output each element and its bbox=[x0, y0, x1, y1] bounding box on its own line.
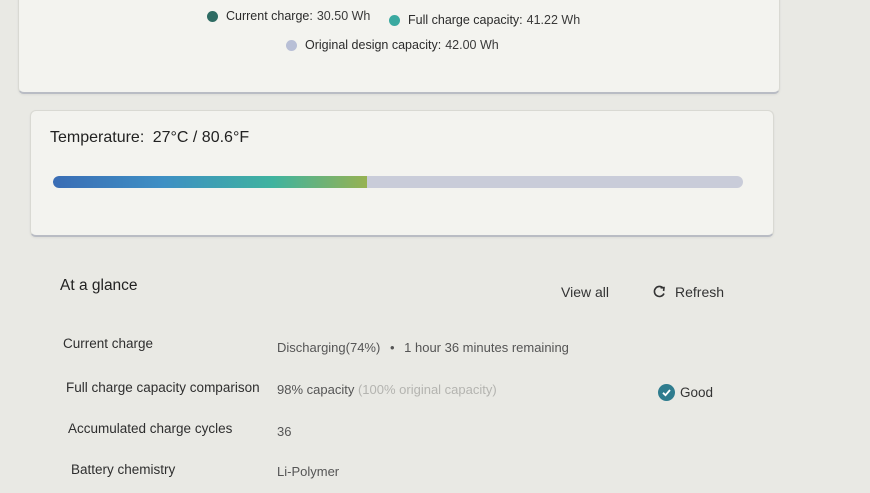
legend-value: 41.22 Wh bbox=[526, 13, 581, 27]
legend-design-capacity: Original design capacity: 42.00 Wh bbox=[286, 38, 499, 52]
row-label-charge-cycles: Accumulated charge cycles bbox=[68, 421, 233, 436]
capacity-percent: 98% capacity bbox=[277, 382, 355, 397]
discharging-status: Discharging(74%) bbox=[277, 340, 381, 355]
capacity-legend-card: Current charge: 30.50 Wh Full charge cap… bbox=[18, 0, 780, 94]
row-label-capacity-comparison: Full charge capacity comparison bbox=[66, 380, 260, 395]
temperature-bar-fill bbox=[53, 176, 367, 188]
legend-full-charge-capacity: Full charge capacity: 41.22 Wh bbox=[389, 13, 580, 27]
row-value-capacity-comparison: 98% capacity (100% original capacity) bbox=[277, 382, 497, 397]
row-value-battery-chemistry: Li-Polymer bbox=[277, 464, 340, 479]
health-status-label: Good bbox=[680, 385, 714, 400]
view-all-link[interactable]: View all bbox=[561, 284, 609, 300]
legend-value: 30.50 Wh bbox=[316, 9, 371, 23]
temperature-bar bbox=[53, 176, 743, 188]
design-capacity-dot-icon bbox=[286, 39, 297, 51]
battery-health-badge: Good bbox=[658, 384, 713, 401]
full-charge-dot-icon bbox=[389, 14, 400, 26]
row-value-current-charge: Discharging(74%) • 1 hour 36 minutes rem… bbox=[277, 340, 569, 355]
at-a-glance-title: At a glance bbox=[60, 277, 138, 294]
legend-label: Full charge capacity: bbox=[408, 13, 523, 27]
time-remaining: 1 hour 36 minutes remaining bbox=[404, 340, 569, 355]
refresh-label: Refresh bbox=[675, 284, 725, 300]
checkmark-icon bbox=[658, 384, 675, 401]
row-value-charge-cycles: 36 bbox=[277, 424, 292, 439]
refresh-icon bbox=[653, 285, 665, 298]
current-charge-dot-icon bbox=[207, 10, 218, 22]
temperature-label: Temperature: bbox=[50, 129, 145, 146]
temperature-heading: Temperature: 27°C / 80.6°F bbox=[50, 129, 249, 147]
temperature-card: Temperature: 27°C / 80.6°F bbox=[30, 110, 774, 237]
temperature-value: 27°C / 80.6°F bbox=[152, 129, 250, 146]
original-capacity-note: (100% original capacity) bbox=[357, 382, 497, 397]
legend-label: Original design capacity: bbox=[305, 38, 442, 52]
separator-dot: • bbox=[389, 340, 395, 355]
refresh-button[interactable]: Refresh bbox=[652, 284, 724, 300]
row-label-battery-chemistry: Battery chemistry bbox=[71, 462, 176, 477]
row-label-current-charge: Current charge bbox=[63, 336, 154, 351]
legend-value: 42.00 Wh bbox=[445, 38, 499, 52]
legend-current-charge: Current charge: 30.50 Wh bbox=[207, 9, 370, 23]
legend-label: Current charge: bbox=[226, 9, 313, 23]
